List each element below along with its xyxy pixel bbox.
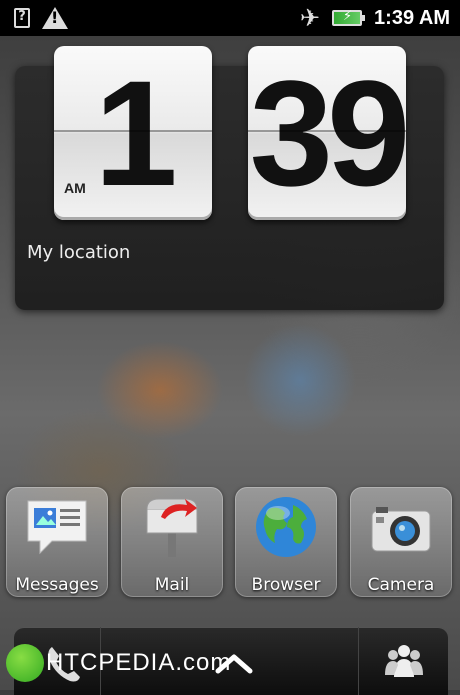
browser-app-shortcut[interactable]: Browser <box>235 487 337 597</box>
camera-app-shortcut[interactable]: Camera <box>350 487 452 597</box>
mail-icon <box>146 498 198 557</box>
htcpedia-watermark: HTCPEDIA.com <box>6 644 231 682</box>
clock-hours: 1 <box>94 49 177 217</box>
location-label[interactable]: My location <box>27 242 130 263</box>
minute-flip-card: 39 <box>248 46 406 220</box>
browser-icon <box>256 497 316 557</box>
messages-icon <box>27 500 87 555</box>
warning-icon <box>42 7 68 29</box>
camera-label: Camera <box>367 575 435 595</box>
status-bar[interactable]: ? ✈ ⚡ 1:39 AM <box>0 0 460 36</box>
clock-weather-widget[interactable]: 1 AM 39 My location <box>15 46 444 310</box>
people-icon[interactable] <box>384 641 424 681</box>
htcpedia-logo-icon <box>6 644 44 682</box>
mail-label: Mail <box>154 575 190 595</box>
battery-charging-icon: ⚡ <box>332 9 366 26</box>
status-time: 1:39 AM <box>374 6 450 29</box>
clock-minutes: 39 <box>249 49 406 217</box>
camera-icon <box>371 507 431 552</box>
clock-ampm: AM <box>64 180 86 196</box>
browser-label: Browser <box>251 575 321 595</box>
hour-flip-card: 1 AM <box>54 46 212 220</box>
watermark-text: HTCPEDIA.com <box>46 649 232 676</box>
messages-app-shortcut[interactable]: Messages <box>6 487 108 597</box>
sd-card-icon: ? <box>14 8 30 28</box>
mail-app-shortcut[interactable]: Mail <box>121 487 223 597</box>
messages-label: Messages <box>15 575 99 595</box>
airplane-mode-icon: ✈ <box>299 4 321 32</box>
